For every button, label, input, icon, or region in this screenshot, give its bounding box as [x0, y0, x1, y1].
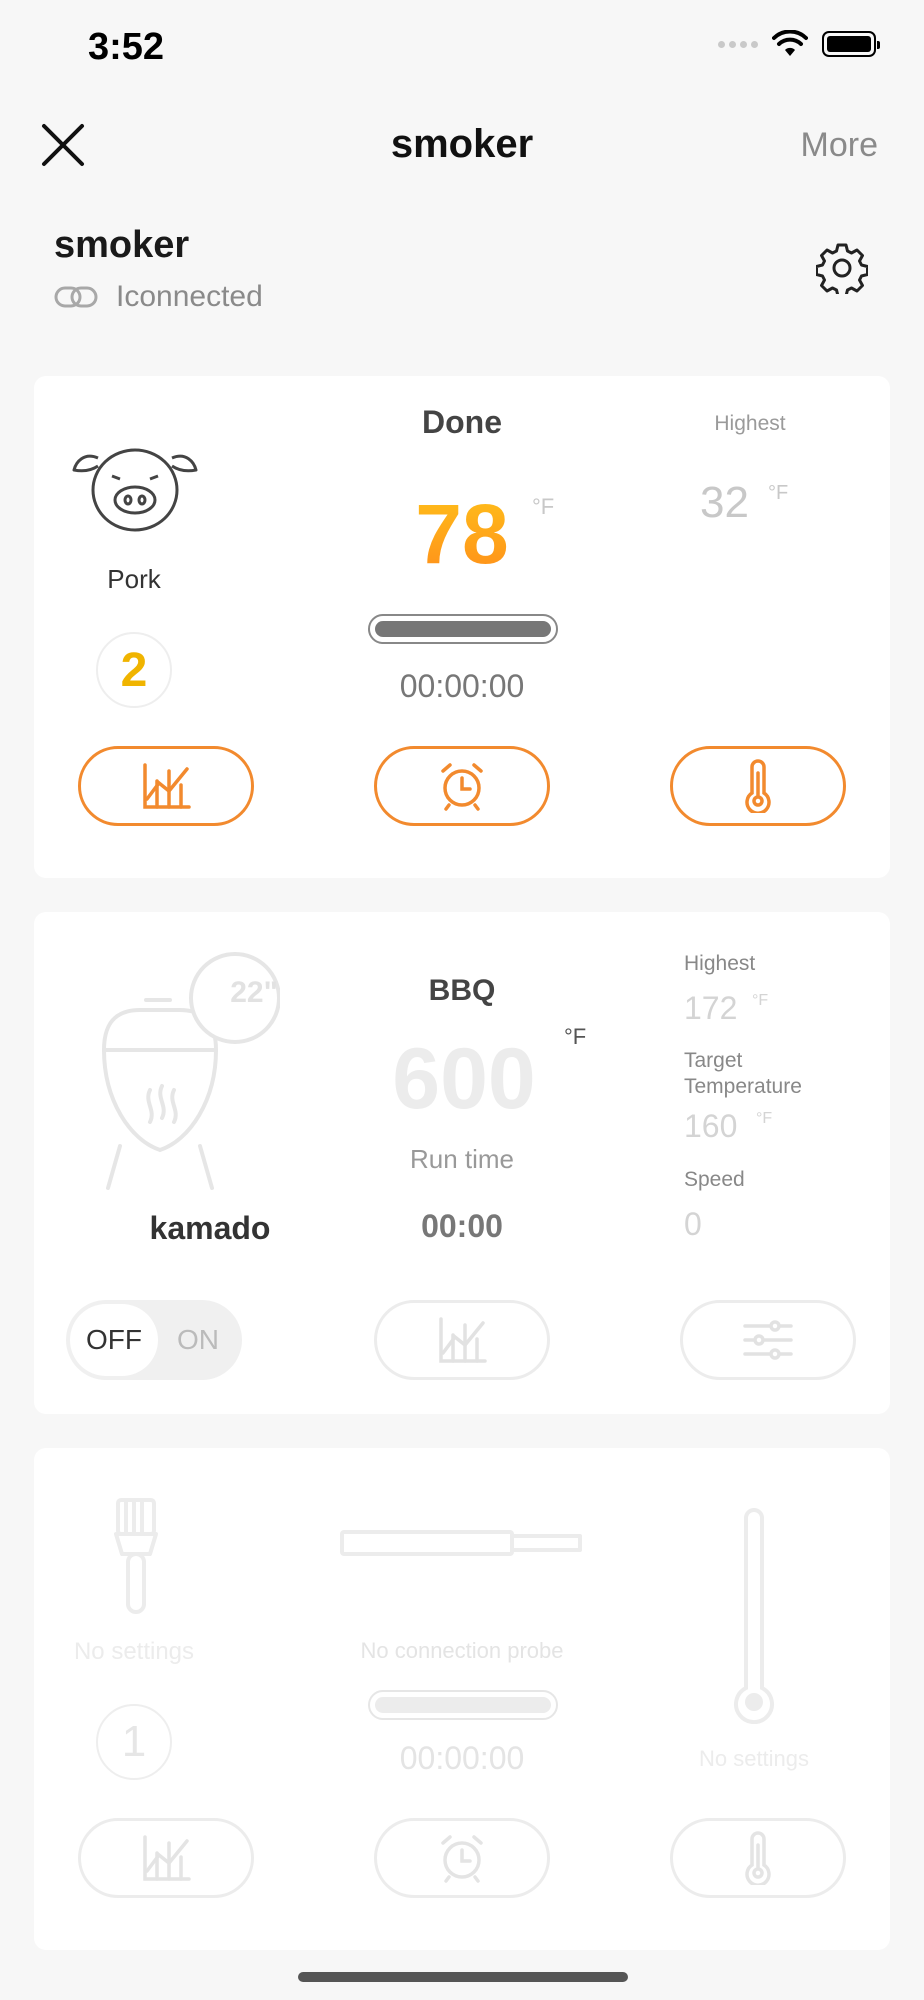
- gear-icon[interactable]: [816, 242, 868, 294]
- left-no-settings-label: No settings: [73, 1638, 195, 1665]
- basting-brush-icon: [114, 1498, 158, 1614]
- toggle-on-label[interactable]: ON: [158, 1324, 238, 1356]
- status-icons: [718, 30, 880, 58]
- cook-mode: BBQ: [428, 974, 496, 1007]
- status-time: 3:52: [88, 26, 165, 68]
- more-button[interactable]: More: [801, 126, 878, 165]
- temperature-button[interactable]: [670, 746, 846, 826]
- chart-icon: [143, 1835, 191, 1881]
- probe-icon: [340, 1530, 582, 1556]
- alarm-clock-icon: [441, 763, 483, 811]
- toggle-off-label[interactable]: OFF: [70, 1304, 158, 1376]
- highest-label: Highest: [714, 412, 786, 435]
- empty-temperature-button[interactable]: [670, 1818, 846, 1898]
- connection-status: Iconnected: [54, 280, 263, 314]
- no-connection-probe-label: No connection probe: [360, 1638, 564, 1663]
- home-indicator: [298, 1972, 628, 1982]
- page-title: smoker: [390, 122, 534, 166]
- highest-unit: °F: [768, 482, 789, 504]
- link-icon: [54, 286, 98, 308]
- alarm-clock-icon: [441, 1835, 483, 1883]
- grill-size-badge: 22": [230, 976, 278, 1009]
- pig-icon: [72, 448, 198, 532]
- power-toggle[interactable]: OFF ON: [66, 1300, 242, 1380]
- cook-progress-fill: [375, 621, 551, 637]
- chart-button[interactable]: [78, 746, 254, 826]
- battery-icon: [822, 31, 880, 57]
- speed-value: 0: [684, 1206, 702, 1242]
- target-temperature-value: 160: [684, 1108, 738, 1144]
- empty-alarm-button[interactable]: [374, 1818, 550, 1898]
- thermometer-icon: [745, 759, 771, 813]
- highest-value: 32: [700, 478, 749, 527]
- speed-label: Speed: [684, 1168, 745, 1191]
- empty-progress-bar: [368, 1690, 558, 1720]
- highest-label: Highest: [684, 952, 756, 975]
- probe-number-badge: 1: [96, 1704, 172, 1780]
- highest-unit: °F: [752, 992, 769, 1009]
- probe-status: Done: [422, 404, 502, 440]
- grill-settings-button[interactable]: [680, 1300, 856, 1380]
- signal-icon: [718, 40, 758, 48]
- kamado-card[interactable]: 22" kamado BBQ 600 °F Run time 00:00 Hig…: [34, 912, 890, 1414]
- grill-temp-unit: °F: [564, 1024, 587, 1049]
- wifi-icon: [772, 30, 808, 56]
- cook-progress-bar: [368, 614, 558, 644]
- grill-name: kamado: [149, 1210, 271, 1246]
- right-no-settings-label: No settings: [698, 1746, 810, 1771]
- chart-icon: [143, 763, 191, 809]
- probe-timer: 00:00:00: [399, 668, 525, 704]
- temperature-unit: °F: [532, 494, 555, 519]
- sliders-icon: [743, 1320, 793, 1360]
- grill-chart-button[interactable]: [374, 1300, 550, 1380]
- device-name: smoker: [54, 224, 190, 266]
- alarm-button[interactable]: [374, 746, 550, 826]
- empty-probe-card[interactable]: No settings 1 No connection probe 00:00:…: [34, 1448, 890, 1950]
- chart-icon: [439, 1317, 487, 1363]
- thermometer-icon: [745, 1831, 771, 1885]
- highest-value: 172: [684, 990, 738, 1026]
- grill-temperature: 600: [392, 1031, 536, 1127]
- tall-thermometer-icon: [734, 1508, 774, 1724]
- target-temperature-label: Target Temperature: [684, 1049, 802, 1098]
- probe-number-badge: 2: [96, 632, 172, 708]
- probe-card[interactable]: Pork 2 Done 78 °F 00:00:00 Highest 32 °F: [34, 376, 890, 878]
- runtime-value: 00:00: [421, 1208, 503, 1244]
- empty-chart-button[interactable]: [78, 1818, 254, 1898]
- connection-status-label: Iconnected: [116, 280, 263, 313]
- meat-label: Pork: [107, 564, 161, 594]
- empty-timer: 00:00:00: [399, 1740, 525, 1776]
- runtime-label: Run time: [409, 1144, 515, 1174]
- target-temperature-unit: °F: [756, 1110, 773, 1127]
